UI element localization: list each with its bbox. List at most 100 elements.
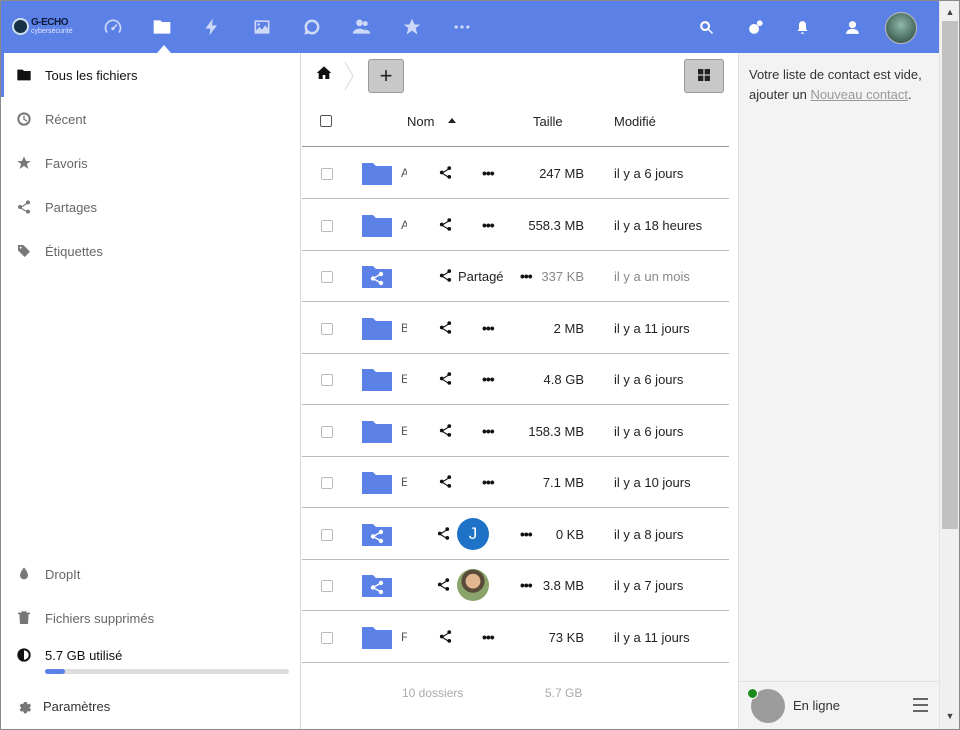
favorites-icon[interactable] — [397, 12, 427, 42]
brand-name: G-ECHO — [31, 17, 69, 28]
sidebar-item-recent[interactable]: Récent — [1, 97, 301, 141]
file-size: 7.1 MB — [542, 475, 584, 490]
more-actions-icon[interactable]: ••• — [482, 629, 495, 645]
scrollbar-thumb[interactable] — [942, 21, 958, 529]
grid-view-button[interactable] — [684, 59, 724, 93]
sidebar-item-tags[interactable]: Étiquettes — [1, 229, 301, 273]
file-modified: il y a 6 jours — [614, 423, 684, 439]
shared-label[interactable]: Partagé — [458, 269, 504, 284]
share-icon[interactable] — [438, 217, 455, 234]
column-modified[interactable]: Modifié — [614, 114, 656, 129]
row-checkbox[interactable] — [321, 322, 333, 335]
folder-icon — [362, 625, 392, 649]
more-actions-icon[interactable]: ••• — [482, 320, 495, 336]
share-icon[interactable] — [438, 629, 455, 646]
share-icon[interactable] — [436, 526, 453, 543]
column-size[interactable]: Taille — [533, 114, 563, 129]
table-row[interactable]: Partagé ••• 337 KB il y a un mois — [302, 251, 729, 302]
row-checkbox[interactable] — [321, 219, 333, 232]
row-checkbox[interactable] — [321, 477, 333, 489]
sidebar-item-shares[interactable]: Partages — [1, 185, 301, 229]
table-row[interactable]: A ••• 247 MB il y a 6 jours — [302, 148, 729, 199]
search-icon[interactable] — [695, 16, 717, 38]
contacts-menu-icon[interactable] — [841, 16, 863, 38]
owner-avatar[interactable]: J — [457, 517, 489, 550]
row-checkbox[interactable] — [321, 168, 333, 180]
settings-button[interactable]: Paramètres — [1, 684, 301, 728]
talk-icon[interactable] — [297, 12, 327, 42]
file-size: 337 KB — [541, 269, 584, 284]
contacts-icon[interactable] — [347, 12, 377, 42]
share-icon[interactable] — [438, 423, 455, 440]
sort-ascending-icon[interactable] — [448, 118, 456, 123]
user-avatar[interactable] — [885, 12, 917, 44]
file-name[interactable]: F — [401, 630, 407, 644]
more-actions-icon[interactable]: ••• — [482, 423, 495, 439]
plus-icon: + — [379, 63, 393, 88]
share-icon[interactable] — [438, 165, 455, 182]
table-row[interactable]: F ••• 73 KB il y a 11 jours — [302, 612, 729, 663]
sidebar-item-label: Tous les fichiers — [45, 67, 138, 83]
share-icon[interactable] — [438, 320, 455, 337]
new-file-button[interactable]: + — [368, 59, 404, 93]
file-name[interactable]: B — [401, 321, 407, 335]
more-apps-icon[interactable] — [447, 12, 477, 42]
file-modified: il y a 6 jours — [614, 372, 684, 387]
file-name[interactable]: E — [401, 424, 407, 438]
row-checkbox[interactable] — [321, 631, 333, 644]
home-icon[interactable] — [316, 65, 336, 85]
table-row[interactable]: E ••• 7.1 MB il y a 10 jours — [302, 457, 729, 508]
row-checkbox[interactable] — [321, 528, 333, 541]
share-icon[interactable] — [438, 474, 455, 491]
table-row[interactable]: ••• 3.8 MB il y a 7 jours — [302, 560, 729, 611]
owner-avatar-photo[interactable] — [457, 569, 489, 601]
share-icon[interactable] — [438, 371, 455, 388]
notifications-icon[interactable] — [791, 16, 813, 38]
new-contact-link[interactable]: Nouveau contact — [810, 87, 908, 102]
gallery-icon[interactable] — [247, 12, 277, 42]
more-actions-icon[interactable]: ••• — [482, 474, 495, 490]
circles-icon[interactable] — [744, 16, 766, 38]
sidebar-item-favorites[interactable]: Favoris — [1, 141, 301, 185]
trash-icon — [15, 609, 33, 627]
sidebar-item-all-files[interactable]: Tous les fichiers — [1, 53, 301, 97]
file-size: 3.8 MB — [542, 578, 584, 593]
dashboard-icon[interactable] — [98, 12, 128, 42]
table-row[interactable]: E ••• 158.3 MB il y a 6 jours — [302, 406, 729, 457]
select-all-checkbox[interactable] — [320, 115, 332, 127]
more-actions-icon[interactable]: ••• — [482, 165, 495, 181]
more-actions-icon[interactable]: ••• — [482, 217, 495, 233]
share-icon[interactable] — [438, 268, 455, 285]
table-row[interactable]: B ••• 2 MB il y a 11 jours — [302, 303, 729, 354]
file-name[interactable]: E — [401, 372, 407, 386]
files-icon[interactable] — [147, 12, 177, 42]
scroll-down-arrow-icon[interactable]: ▼ — [940, 707, 960, 725]
share-icon[interactable] — [436, 577, 453, 594]
row-checkbox[interactable] — [321, 271, 333, 283]
file-name[interactable]: E — [401, 475, 407, 489]
activity-icon[interactable] — [197, 12, 227, 42]
file-name[interactable]: A — [401, 218, 407, 232]
row-checkbox[interactable] — [321, 425, 333, 438]
brand-logo[interactable]: G-ECHO cybersécurité — [12, 16, 78, 38]
clock-icon — [15, 110, 33, 128]
column-name[interactable]: Nom — [407, 114, 434, 129]
more-actions-icon[interactable]: ••• — [482, 371, 495, 387]
table-row[interactable]: J ••• 0 KB il y a 8 jours — [302, 509, 729, 560]
header-bar: G-ECHO cybersécurité — [1, 1, 939, 53]
summary-count: 10 dossiers — [402, 686, 464, 700]
row-checkbox[interactable] — [321, 580, 333, 592]
status-label[interactable]: En ligne — [793, 698, 840, 713]
drop-icon — [15, 565, 33, 583]
window-scrollbar[interactable]: ▲ ▼ — [939, 1, 959, 729]
table-row[interactable]: A ••• 558.3 MB il y a 18 heures — [302, 200, 729, 251]
file-size: 558.3 MB — [528, 217, 584, 233]
scroll-up-arrow-icon[interactable]: ▲ — [940, 3, 960, 21]
sidebar-item-label: Étiquettes — [45, 243, 103, 259]
row-checkbox[interactable] — [321, 374, 333, 386]
file-name[interactable]: A — [401, 166, 407, 180]
file-modified: il y a 6 jours — [614, 166, 684, 181]
hamburger-menu-icon[interactable] — [913, 698, 928, 712]
table-row[interactable]: E ••• 4.8 GB il y a 6 jours — [302, 354, 729, 405]
sidebar-item-dropit[interactable]: DropIt — [1, 552, 301, 596]
